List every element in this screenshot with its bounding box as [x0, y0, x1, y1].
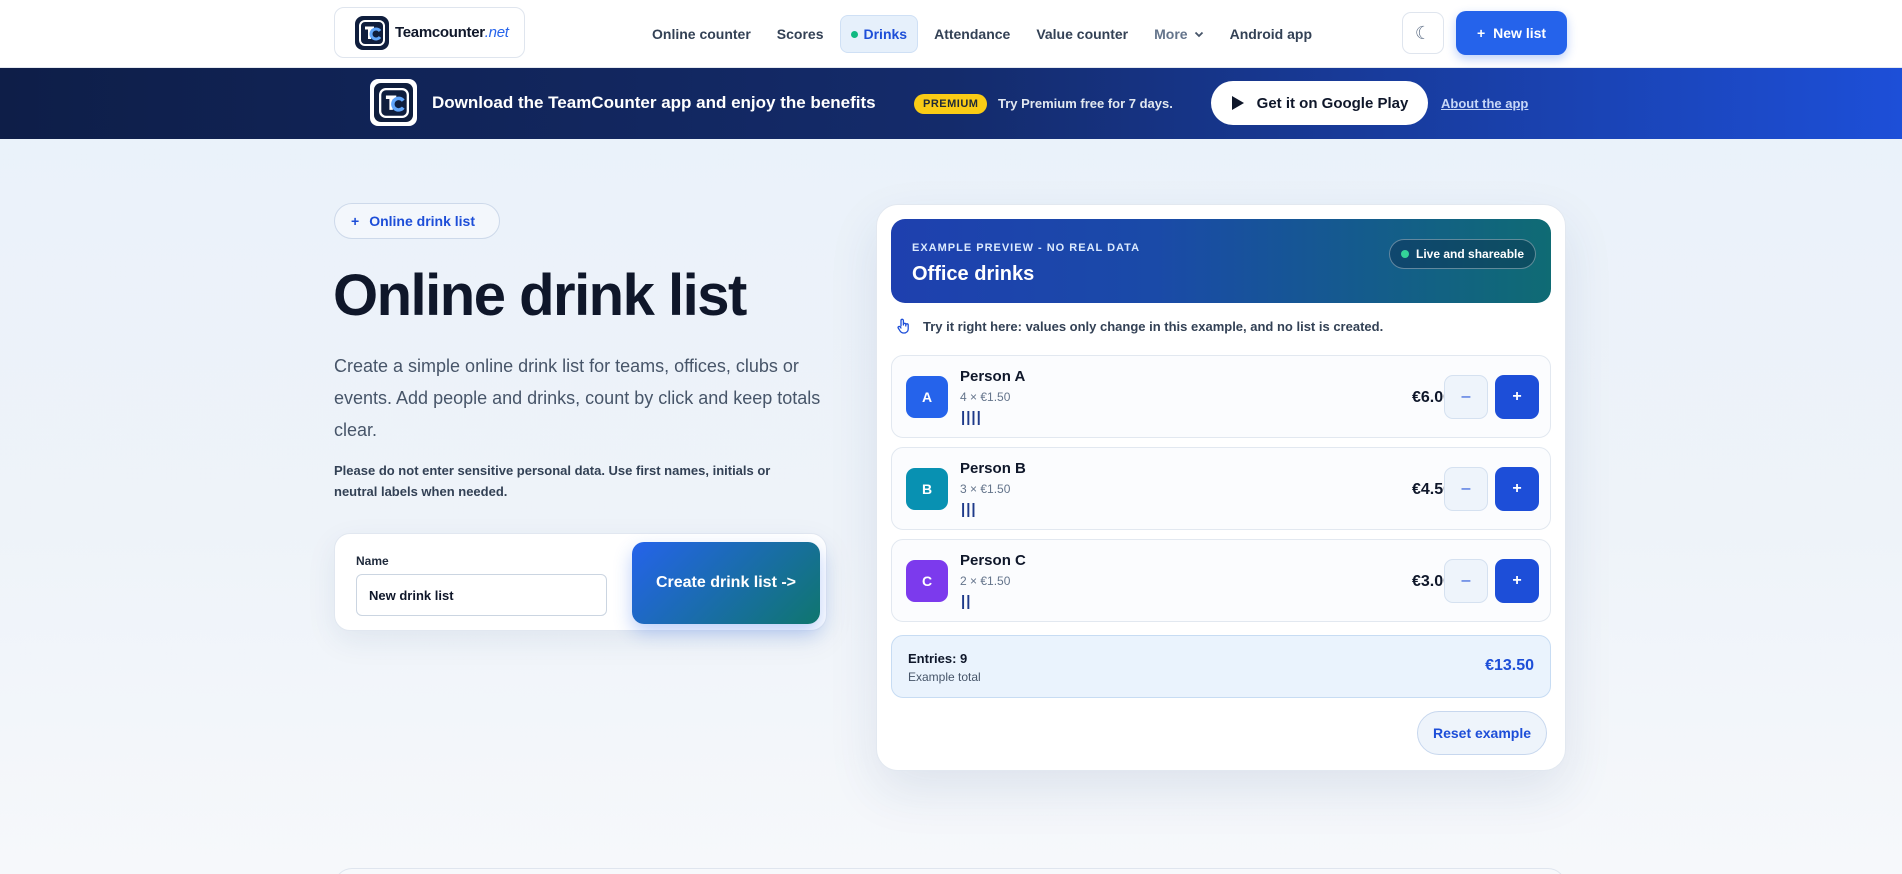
plus-icon: + [1476, 25, 1486, 41]
decrement-button[interactable]: – [1444, 559, 1488, 603]
nav-drinks-label: Drinks [863, 26, 908, 42]
increment-button[interactable]: + [1495, 559, 1539, 603]
person-total: €3.00 [1411, 573, 1452, 590]
avatar: B [906, 468, 948, 510]
preview-title: Office drinks [912, 263, 1035, 285]
entries-count: Entries: 9 [908, 651, 968, 666]
person-row: A Person A 4 × €1.50 |||| €6.00 – + [891, 355, 1551, 438]
theme-toggle-button[interactable]: ☾ [1402, 12, 1444, 54]
google-play-label: Get it on Google Play [1256, 94, 1409, 112]
new-list-label: New list [1493, 25, 1547, 41]
decrement-button[interactable]: – [1444, 375, 1488, 419]
nav-android-app[interactable]: Android app [1220, 15, 1322, 53]
live-dot-icon [1401, 250, 1409, 258]
preview-header: EXAMPLE PREVIEW - NO REAL DATA Office dr… [891, 219, 1551, 303]
pointer-hand-icon [897, 318, 909, 334]
active-dot-icon [850, 30, 858, 38]
pill-label: Online drink list [369, 213, 475, 229]
app-promo-banner: Download the TeamCounter app and enjoy t… [0, 68, 1902, 139]
person-name: Person A [960, 368, 1026, 385]
person-count: 2 × €1.50 [960, 574, 1011, 588]
example-summary: Entries: 9 Example total €13.50 [891, 635, 1551, 698]
new-list-button[interactable]: + New list [1456, 11, 1567, 55]
preview-kicker: EXAMPLE PREVIEW - NO REAL DATA [912, 242, 1141, 254]
increment-button[interactable]: + [1495, 467, 1539, 511]
live-badge: Live and shareable [1389, 239, 1537, 269]
nav-value-counter[interactable]: Value counter [1026, 15, 1138, 53]
main-menu: Online counter Scores Drinks Attendance … [642, 14, 1322, 54]
nav-more-dropdown[interactable]: More [1144, 15, 1213, 53]
create-drink-list-button[interactable]: Create drink list -> [632, 542, 820, 624]
google-play-button[interactable]: Get it on Google Play [1211, 81, 1428, 125]
nav-scores[interactable]: Scores [767, 15, 834, 53]
person-count: 3 × €1.50 [960, 482, 1011, 496]
chevron-down-icon [1194, 31, 1203, 38]
tally-marks: || [961, 593, 972, 610]
person-name: Person C [960, 552, 1026, 569]
name-label: Name [356, 554, 389, 568]
page-title: Online drink list [333, 263, 747, 328]
logo-text: Teamcounter.net [395, 24, 509, 41]
list-name-input[interactable] [356, 574, 607, 616]
live-badge-label: Live and shareable [1416, 247, 1525, 261]
example-preview-card: EXAMPLE PREVIEW - NO REAL DATA Office dr… [876, 204, 1566, 771]
person-row: B Person B 3 × €1.50 ||| €4.50 – + [891, 447, 1551, 530]
teamcounter-logo-icon [355, 15, 389, 50]
banner-subtitle: Try Premium free for 7 days. [998, 96, 1173, 111]
person-name: Person B [960, 460, 1026, 477]
banner-title: Download the TeamCounter app and enjoy t… [432, 93, 876, 112]
person-row: C Person C 2 × €1.50 || €3.00 – + [891, 539, 1551, 622]
person-total: €4.50 [1411, 481, 1452, 498]
person-total: €6.00 [1411, 389, 1452, 406]
nav-online-counter[interactable]: Online counter [642, 15, 761, 53]
about-app-link[interactable]: About the app [1441, 96, 1528, 111]
person-count: 4 × €1.50 [960, 390, 1011, 404]
avatar: C [906, 560, 948, 602]
nav-attendance[interactable]: Attendance [924, 15, 1020, 53]
tally-marks: |||| [961, 409, 982, 426]
tally-marks: ||| [961, 501, 977, 518]
nav-drinks[interactable]: Drinks [839, 15, 919, 53]
play-icon [1231, 96, 1244, 110]
increment-button[interactable]: + [1495, 375, 1539, 419]
reset-example-button[interactable]: Reset example [1417, 711, 1547, 755]
online-drink-list-pill[interactable]: + Online drink list [334, 203, 500, 239]
grand-total: €13.50 [1485, 657, 1534, 674]
create-list-form: Name Create drink list -> [334, 533, 827, 631]
app-logo-icon [370, 79, 417, 126]
top-navigation: Teamcounter.net Online counter Scores Dr… [0, 0, 1902, 68]
site-logo[interactable]: Teamcounter.net [334, 7, 525, 58]
try-hint: Try it right here: values only change in… [897, 318, 1383, 334]
plus-icon: + [351, 213, 360, 229]
summary-subtitle: Example total [908, 670, 981, 684]
hero-description: Create a simple online drink list for te… [334, 356, 821, 440]
try-hint-text: Try it right here: values only change in… [923, 318, 1384, 334]
nav-more-label: More [1154, 26, 1188, 42]
premium-badge: PREMIUM [914, 94, 988, 114]
decrement-button[interactable]: – [1444, 467, 1488, 511]
privacy-note: Please do not enter sensitive personal d… [334, 463, 771, 499]
next-section-edge [334, 868, 1566, 874]
avatar: A [906, 376, 948, 418]
moon-icon: ☾ [1414, 22, 1432, 43]
